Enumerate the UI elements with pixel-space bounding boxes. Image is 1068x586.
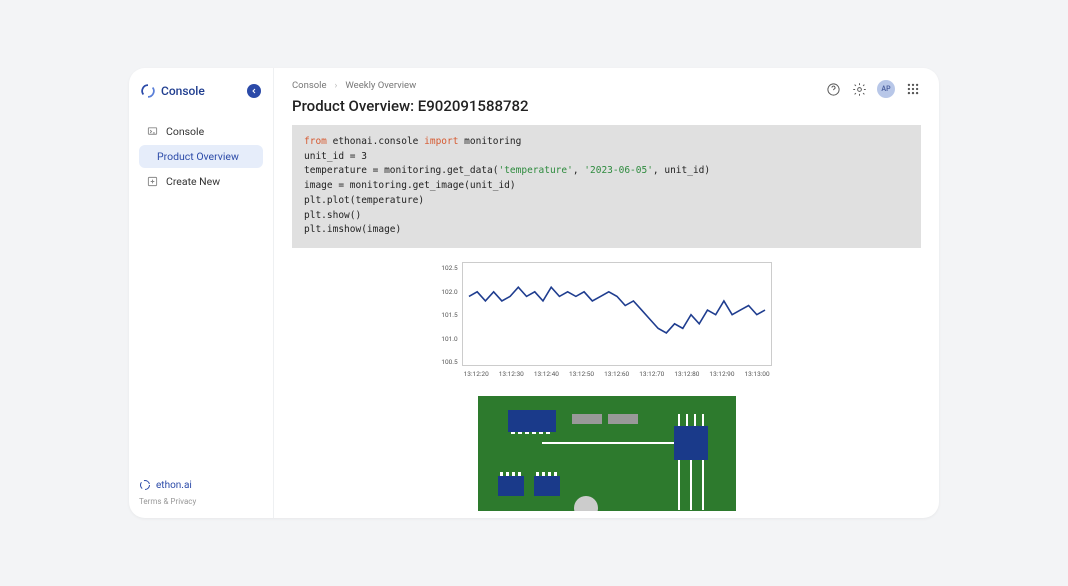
header-left: Console › Weekly Overview Product Overvi…: [292, 80, 529, 115]
x-tick: 13:12:20: [464, 370, 489, 378]
x-axis: 13:12:20 13:12:30 13:12:40 13:12:50 13:12:60…: [462, 370, 772, 378]
logo-section: Console: [139, 80, 263, 102]
x-tick: 13:13:00: [745, 370, 770, 378]
settings-button[interactable]: [851, 81, 867, 97]
apps-button[interactable]: [905, 81, 921, 97]
nav-list: Console Product Overview Create New: [139, 120, 263, 193]
x-tick: 13:12:30: [499, 370, 524, 378]
pcb-image: [478, 396, 736, 511]
line-series: [463, 263, 771, 366]
page-title: Product Overview: E902091588782: [292, 97, 529, 115]
help-button[interactable]: [825, 81, 841, 97]
content-area: from ethonai.console import monitoring u…: [274, 125, 939, 518]
footer-brand-text: ethon.ai: [156, 480, 192, 491]
sidebar-item-label: Console: [166, 125, 204, 138]
create-icon: [147, 176, 158, 187]
app-logo: Console: [141, 84, 205, 98]
y-axis: 102.5 102.0 101.5 101.0 100.5: [441, 262, 457, 366]
breadcrumb: Console › Weekly Overview: [292, 80, 529, 91]
logo-text: Console: [161, 84, 205, 98]
app-window: Console Console Product Overview Create …: [129, 68, 939, 518]
x-tick: 13:12:50: [569, 370, 594, 378]
breadcrumb-item[interactable]: Weekly Overview: [345, 80, 416, 91]
help-icon: [826, 82, 841, 97]
x-tick: 13:12:70: [639, 370, 664, 378]
sidebar-item-label: Create New: [166, 175, 220, 188]
sidebar-footer: ethon.ai Terms & Privacy: [139, 479, 263, 506]
sidebar: Console Console Product Overview Create …: [129, 68, 274, 518]
x-tick: 13:12:90: [709, 370, 734, 378]
code-block: from ethonai.console import monitoring u…: [292, 125, 921, 248]
x-tick: 13:12:60: [604, 370, 629, 378]
avatar[interactable]: AP: [877, 80, 895, 98]
apps-grid-icon: [906, 82, 920, 96]
gear-icon: [852, 82, 867, 97]
main-content: Console › Weekly Overview Product Overvi…: [274, 68, 939, 518]
logo-icon: [141, 84, 155, 98]
plot-area: [462, 262, 772, 366]
top-actions: AP: [825, 80, 921, 98]
sidebar-item-label: Product Overview: [157, 150, 239, 163]
console-icon: [147, 126, 158, 137]
sidebar-item-product-overview[interactable]: Product Overview: [139, 145, 263, 168]
y-tick: 101.0: [441, 335, 457, 343]
chevron-right-icon: ›: [335, 80, 338, 91]
x-tick: 13:12:80: [674, 370, 699, 378]
x-tick: 13:12:40: [534, 370, 559, 378]
chevron-left-icon: [250, 87, 258, 95]
topbar: Console › Weekly Overview Product Overvi…: [274, 68, 939, 125]
y-tick: 102.5: [441, 264, 457, 272]
temperature-chart: 102.5102.0101.5101.0100.5 13:12:2013:12:…: [441, 262, 771, 378]
y-tick: 101.5: [441, 311, 457, 319]
breadcrumb-item[interactable]: Console: [292, 80, 327, 91]
brand-icon: [139, 479, 151, 491]
y-tick: 100.5: [441, 358, 457, 366]
sidebar-collapse-button[interactable]: [247, 84, 261, 98]
y-tick: 102.0: [441, 288, 457, 296]
terms-privacy-link[interactable]: Terms & Privacy: [139, 497, 263, 506]
sidebar-item-console[interactable]: Console: [139, 120, 263, 143]
sidebar-item-create-new[interactable]: Create New: [139, 170, 263, 193]
footer-brand: ethon.ai: [139, 479, 263, 491]
